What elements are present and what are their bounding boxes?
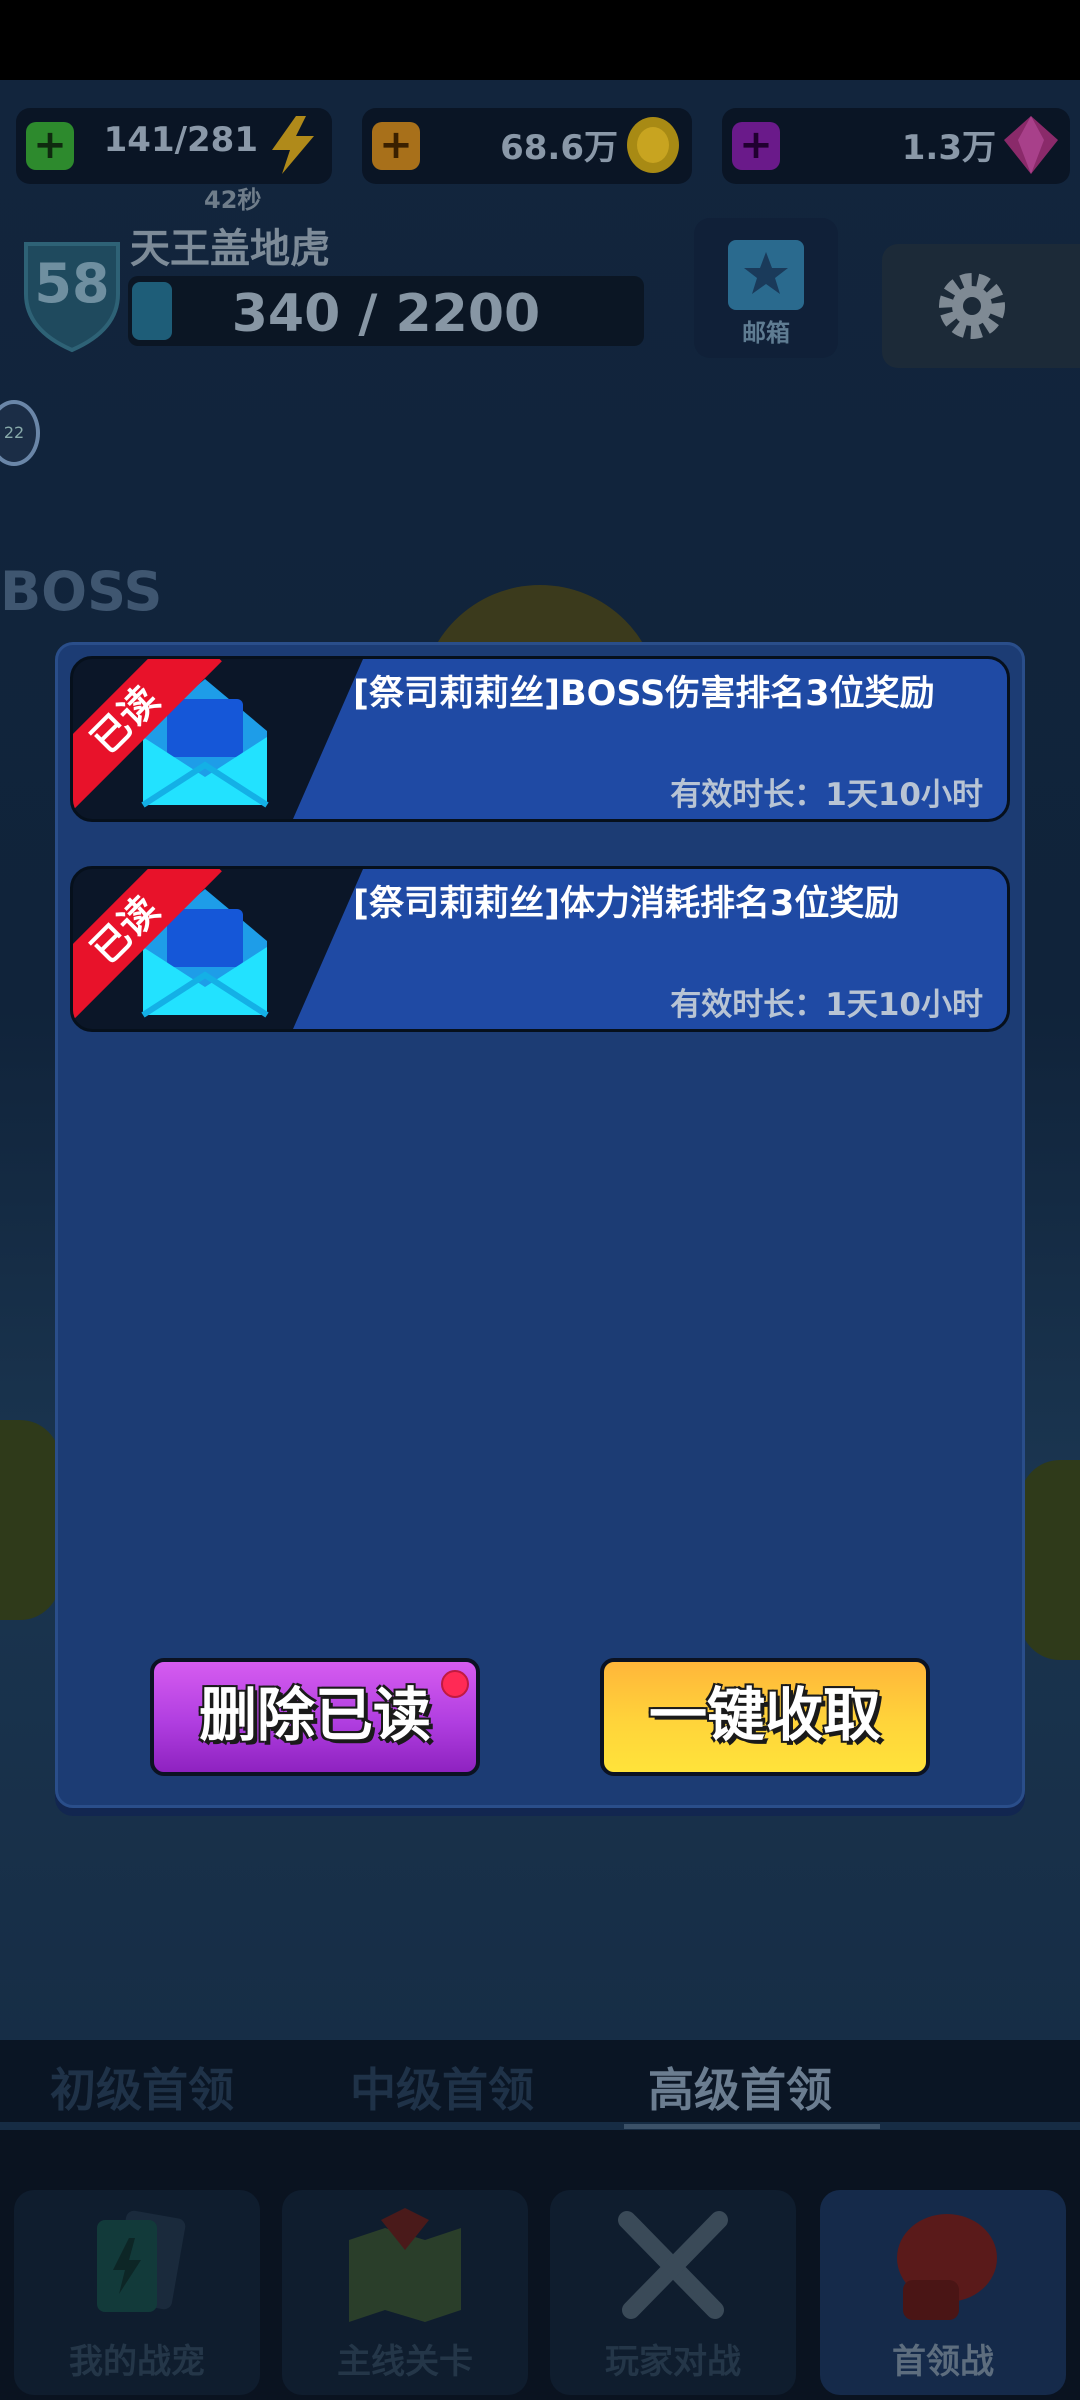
nav-boss-battle[interactable]: 首领战 — [820, 2190, 1066, 2395]
status-bar — [0, 0, 1080, 80]
nav-pvp[interactable]: 玩家对战 — [550, 2190, 796, 2395]
gold-resource-bar[interactable]: + 68.6万 — [362, 108, 692, 184]
mailbox-label: 邮箱 — [742, 319, 790, 347]
notification-dot — [441, 1670, 469, 1698]
crossed-swords-icon — [618, 2211, 728, 2319]
boxing-glove-icon — [897, 2214, 997, 2320]
nav-my-pets[interactable]: 我的战宠 — [14, 2190, 260, 2395]
gold-value: 68.6万 — [500, 128, 618, 168]
gear-icon — [939, 273, 1005, 339]
tab-underline — [624, 2124, 880, 2129]
add-gem-icon[interactable]: + — [732, 122, 780, 170]
player-level: 58 — [34, 252, 110, 315]
energy-resource-bar[interactable]: + 141/281 — [16, 108, 332, 184]
map-icon — [349, 2208, 461, 2322]
tab-intermediate-boss[interactable]: 中级首领 — [350, 2054, 534, 2120]
xp-text: 340 / 2200 — [231, 284, 541, 344]
add-gold-icon[interactable]: + — [372, 122, 420, 170]
energy-value: 141/281 — [103, 120, 258, 160]
tab-advanced-boss[interactable]: 高级首领 — [648, 2054, 832, 2120]
gold-coin-icon — [627, 117, 679, 173]
gem-resource-bar[interactable]: + 1.3万 — [722, 108, 1070, 184]
settings-button[interactable] — [882, 244, 1080, 368]
nav-my-pets-label: 我的战宠 — [69, 2342, 205, 2382]
mail-expiry: 有效时长：1天10小时 — [670, 777, 983, 813]
mailbox-icon — [728, 240, 804, 310]
mail-expiry: 有效时长：1天10小时 — [670, 987, 983, 1023]
energy-timer: 42秒 — [204, 186, 262, 214]
lightning-icon — [272, 116, 314, 174]
scenery-left — [0, 1420, 60, 1620]
xp-progress-bar: 340 / 2200 — [128, 276, 644, 346]
player-name: 天王盖地虎 — [130, 226, 330, 272]
collect-all-button[interactable]: 一键收取 — [600, 1658, 930, 1776]
mail-title: [祭司莉莉丝]BOSS伤害排名3位奖励 — [353, 674, 935, 714]
scenery-right — [1020, 1460, 1080, 1660]
nav-main-stages[interactable]: 主线关卡 — [282, 2190, 528, 2395]
nav-main-stages-label: 主线关卡 — [337, 2342, 473, 2382]
mail-item[interactable]: 已读 [祭司莉莉丝]BOSS伤害排名3位奖励 有效时长：1天10小时 — [70, 656, 1010, 822]
delete-read-button[interactable]: 删除已读 — [150, 1658, 480, 1776]
nav-pvp-label: 玩家对战 — [605, 2342, 741, 2382]
gem-icon — [1004, 116, 1058, 174]
nav-boss-battle-label: 首领战 — [892, 2342, 994, 2382]
tier-tabs: 初级首领 中级首领 高级首领 — [0, 2040, 1080, 2122]
mailbox-button[interactable]: 邮箱 — [694, 218, 838, 358]
gem-value: 1.3万 — [901, 128, 996, 168]
tab-beginner-boss[interactable]: 初级首领 — [50, 2054, 234, 2120]
mail-title: [祭司莉莉丝]体力消耗排名3位奖励 — [353, 884, 900, 924]
boss-label: BOSS — [0, 560, 163, 623]
card-icon — [97, 2210, 186, 2312]
mail-item[interactable]: 已读 [祭司莉莉丝]体力消耗排名3位奖励 有效时长：1天10小时 — [70, 866, 1010, 1032]
add-energy-icon[interactable]: + — [26, 122, 74, 170]
